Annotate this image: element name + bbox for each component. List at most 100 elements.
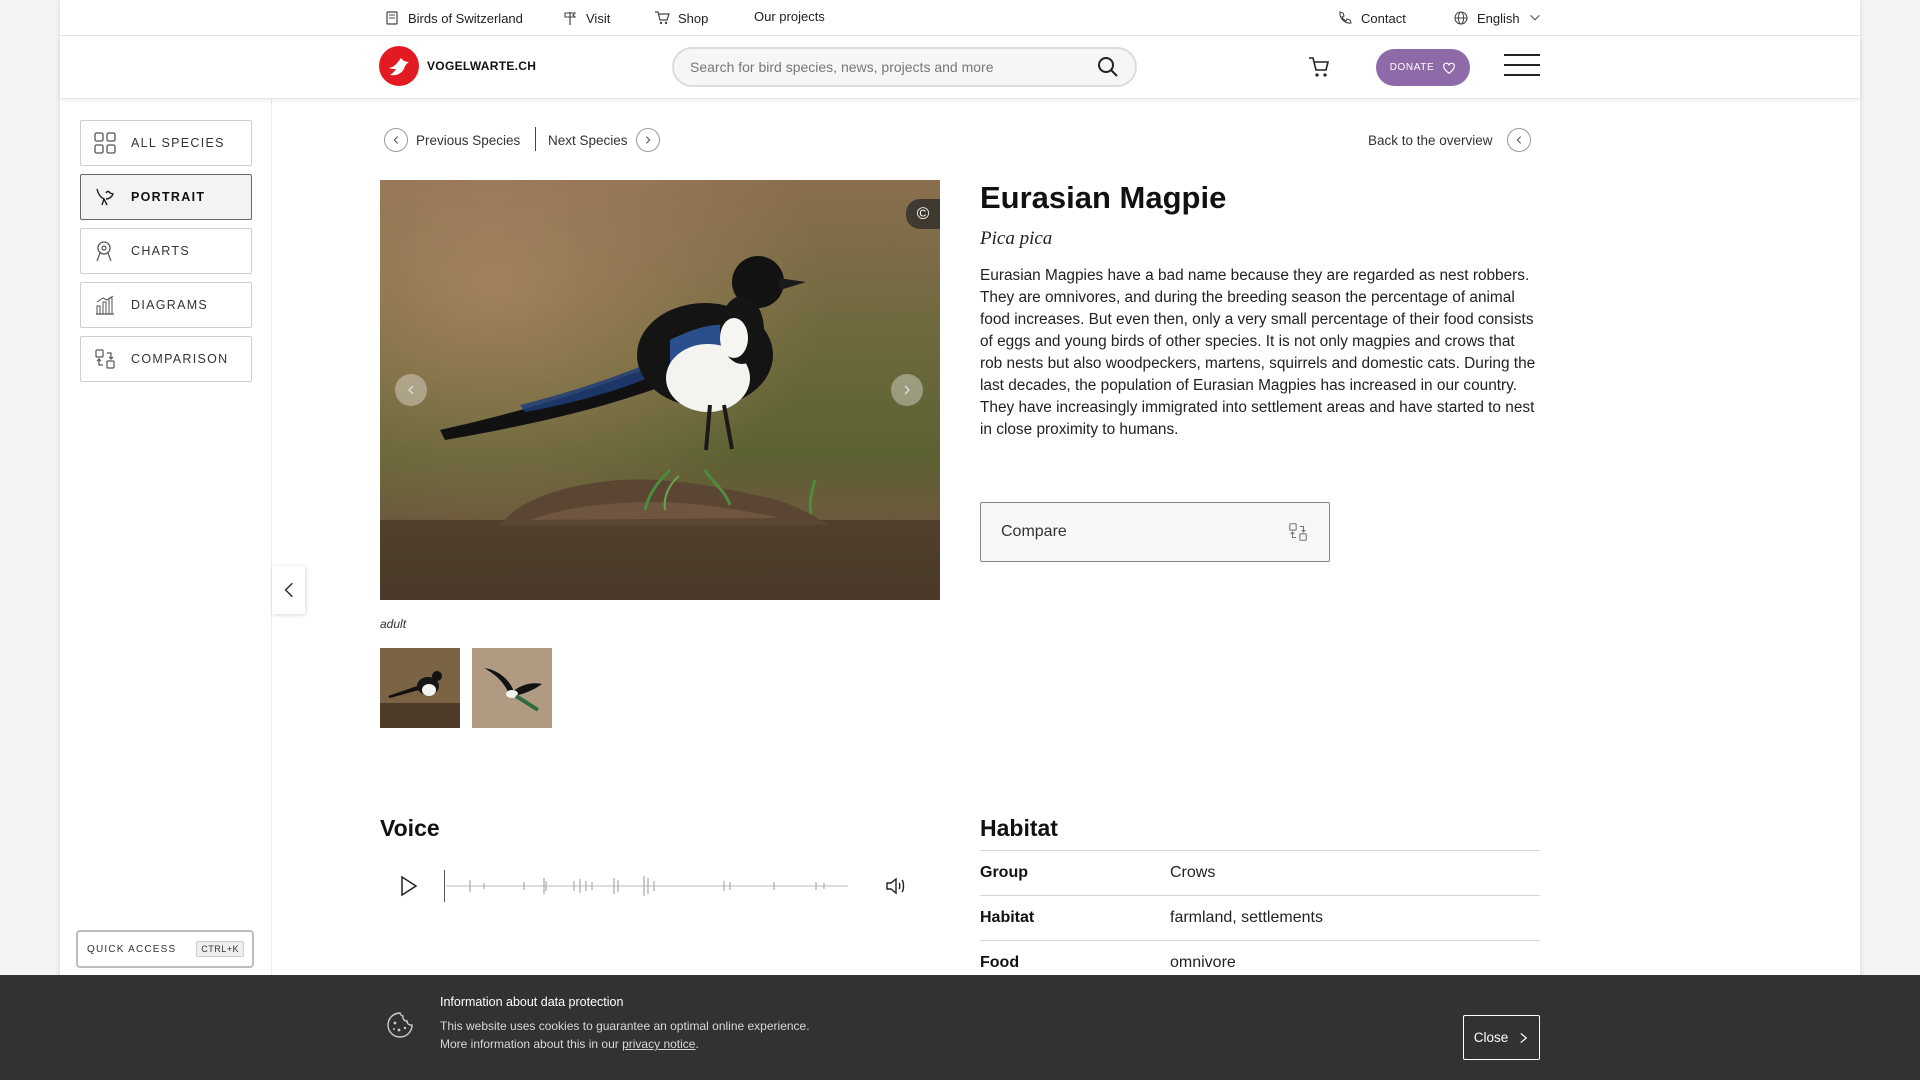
sidebar-item-label: PORTRAIT xyxy=(131,190,206,204)
sidebar-item-label: CHARTS xyxy=(131,244,190,258)
species-title: Eurasian Magpie xyxy=(980,180,1227,215)
previous-species-link[interactable]: Previous Species xyxy=(384,128,520,152)
magpie-flying-thumbnail[interactable] xyxy=(472,648,552,728)
back-to-overview-link[interactable]: Back to the overview xyxy=(1368,128,1531,152)
sidebar-item-comparison[interactable]: COMPARISON xyxy=(80,336,252,382)
next-species-link[interactable]: Next Species xyxy=(548,128,660,152)
cookie-icon xyxy=(387,1012,413,1038)
gallery-next-button[interactable] xyxy=(891,374,923,406)
heart-icon xyxy=(1443,62,1456,74)
compare-button[interactable]: Compare xyxy=(980,502,1330,562)
main-header: VOGELWARTE.CH DONATE xyxy=(60,36,1860,99)
gallery-previous-button[interactable] xyxy=(395,374,427,406)
habitat-row-group: Group Crows xyxy=(980,850,1540,895)
cookie-close-button[interactable]: Close xyxy=(1463,1015,1540,1060)
quick-access-label: QUICK ACCESS xyxy=(87,943,177,955)
cookie-banner: Information about data protection This w… xyxy=(0,975,1920,1080)
voice-heading: Voice xyxy=(380,815,440,841)
chevron-down-icon xyxy=(1529,15,1540,21)
map-pin-icon xyxy=(96,241,112,262)
habitat-value: Crows xyxy=(1170,864,1216,881)
phone-icon xyxy=(1339,11,1352,24)
contact-label: Contact xyxy=(1361,10,1406,26)
sidebar-item-label: DIAGRAMS xyxy=(131,298,209,312)
chevron-left-icon xyxy=(408,385,414,395)
back-to-overview-label: Back to the overview xyxy=(1368,132,1493,148)
sidebar-item-portrait[interactable]: PORTRAIT xyxy=(80,174,252,220)
signpost-icon xyxy=(564,12,577,25)
play-icon[interactable] xyxy=(396,874,420,898)
photo-caption: adult xyxy=(380,617,407,631)
donate-label: DONATE xyxy=(1389,62,1435,73)
cookie-text: This website uses cookies to guarantee a… xyxy=(440,1017,810,1053)
habitat-value: omnivore xyxy=(1170,954,1236,971)
habitat-key: Habitat xyxy=(980,909,1035,926)
site-logo[interactable]: VOGELWARTE.CH xyxy=(379,46,536,86)
search-input[interactable] xyxy=(690,59,1070,75)
arrow-left-icon xyxy=(1506,128,1531,152)
compare-label: Compare xyxy=(1001,523,1067,540)
species-description: Eurasian Magpies have a bad name because… xyxy=(980,267,1536,438)
magpie-photo xyxy=(380,180,940,600)
sidebar-item-label: COMPARISON xyxy=(131,352,229,366)
our-projects-link[interactable]: Our projects xyxy=(754,0,825,32)
magpie-perched-thumbnail[interactable] xyxy=(380,648,460,728)
book-icon xyxy=(386,11,398,25)
compare-icon xyxy=(95,349,115,369)
audio-player xyxy=(380,854,940,917)
privacy-notice-link[interactable]: privacy notice xyxy=(622,1037,695,1051)
keyboard-shortcut: CTRL+K xyxy=(196,941,244,957)
quick-access-button[interactable]: QUICK ACCESS CTRL+K xyxy=(76,930,254,968)
cookie-text-line2: More information about this in our priva… xyxy=(440,1035,810,1053)
species-photo xyxy=(380,180,940,600)
arrow-right-icon xyxy=(635,128,660,152)
habitat-key: Group xyxy=(980,864,1028,881)
previous-species-label: Previous Species xyxy=(416,132,521,148)
bird-logo-icon xyxy=(389,58,409,76)
habitat-heading: Habitat xyxy=(980,815,1058,841)
cookie-line2-suffix: . xyxy=(695,1037,699,1051)
chevron-right-icon xyxy=(1520,1032,1528,1043)
sidebar-item-diagrams[interactable]: DIAGRAMS xyxy=(80,282,252,328)
habitat-value: farmland, settlements xyxy=(1170,909,1323,926)
copyright-button[interactable]: © xyxy=(906,199,940,229)
bird-icon xyxy=(96,188,114,206)
compare-icon xyxy=(1289,523,1307,541)
visit-label: Visit xyxy=(586,10,611,26)
chevron-left-icon xyxy=(284,582,293,598)
species-latin-name: Pica pica xyxy=(980,228,1053,249)
birds-of-switzerland-label: Birds of Switzerland xyxy=(408,10,523,26)
collapse-sidebar-button[interactable] xyxy=(272,566,305,614)
page-frame xyxy=(60,0,1860,1080)
grid-icon xyxy=(94,132,116,154)
shop-link[interactable]: Shop xyxy=(654,0,708,36)
utility-bar: Birds of Switzerland Visit Shop Our proj… xyxy=(60,0,1860,36)
logo-text: VOGELWARTE.CH xyxy=(427,59,537,73)
nav-divider xyxy=(535,127,536,151)
search-icon[interactable] xyxy=(1097,56,1119,78)
menu-icon[interactable] xyxy=(1504,54,1540,78)
cart-icon xyxy=(655,11,670,25)
chevron-right-icon xyxy=(904,385,910,395)
search-box[interactable] xyxy=(672,47,1137,87)
shopping-cart-icon[interactable] xyxy=(1307,55,1331,79)
next-species-label: Next Species xyxy=(548,132,628,148)
language-selector[interactable]: English xyxy=(1453,0,1542,36)
bar-chart-icon xyxy=(96,295,114,315)
sidebar-item-label: ALL SPECIES xyxy=(131,136,225,150)
birds-of-switzerland-link[interactable]: Birds of Switzerland xyxy=(384,0,523,36)
habitat-key: Food xyxy=(980,954,1020,971)
visit-link[interactable]: Visit xyxy=(562,0,610,36)
donate-button[interactable]: DONATE xyxy=(1376,49,1470,86)
cookie-line2-prefix: More information about this in our xyxy=(440,1037,623,1051)
sidebar-item-charts[interactable]: CHARTS xyxy=(80,228,252,274)
contact-link[interactable]: Contact xyxy=(1337,0,1406,36)
arrow-left-icon xyxy=(384,128,408,152)
volume-icon[interactable] xyxy=(884,874,908,898)
habitat-row-habitat: Habitat farmland, settlements xyxy=(980,895,1540,940)
cookie-text-line1: This website uses cookies to guarantee a… xyxy=(440,1019,810,1033)
sidebar-item-all-species[interactable]: ALL SPECIES xyxy=(80,120,252,166)
close-label: Close xyxy=(1473,1030,1509,1045)
species-sidebar: ALL SPECIES PORTRAIT CHARTS DIAGRAMS COM… xyxy=(60,99,272,979)
waveform[interactable] xyxy=(444,866,864,906)
